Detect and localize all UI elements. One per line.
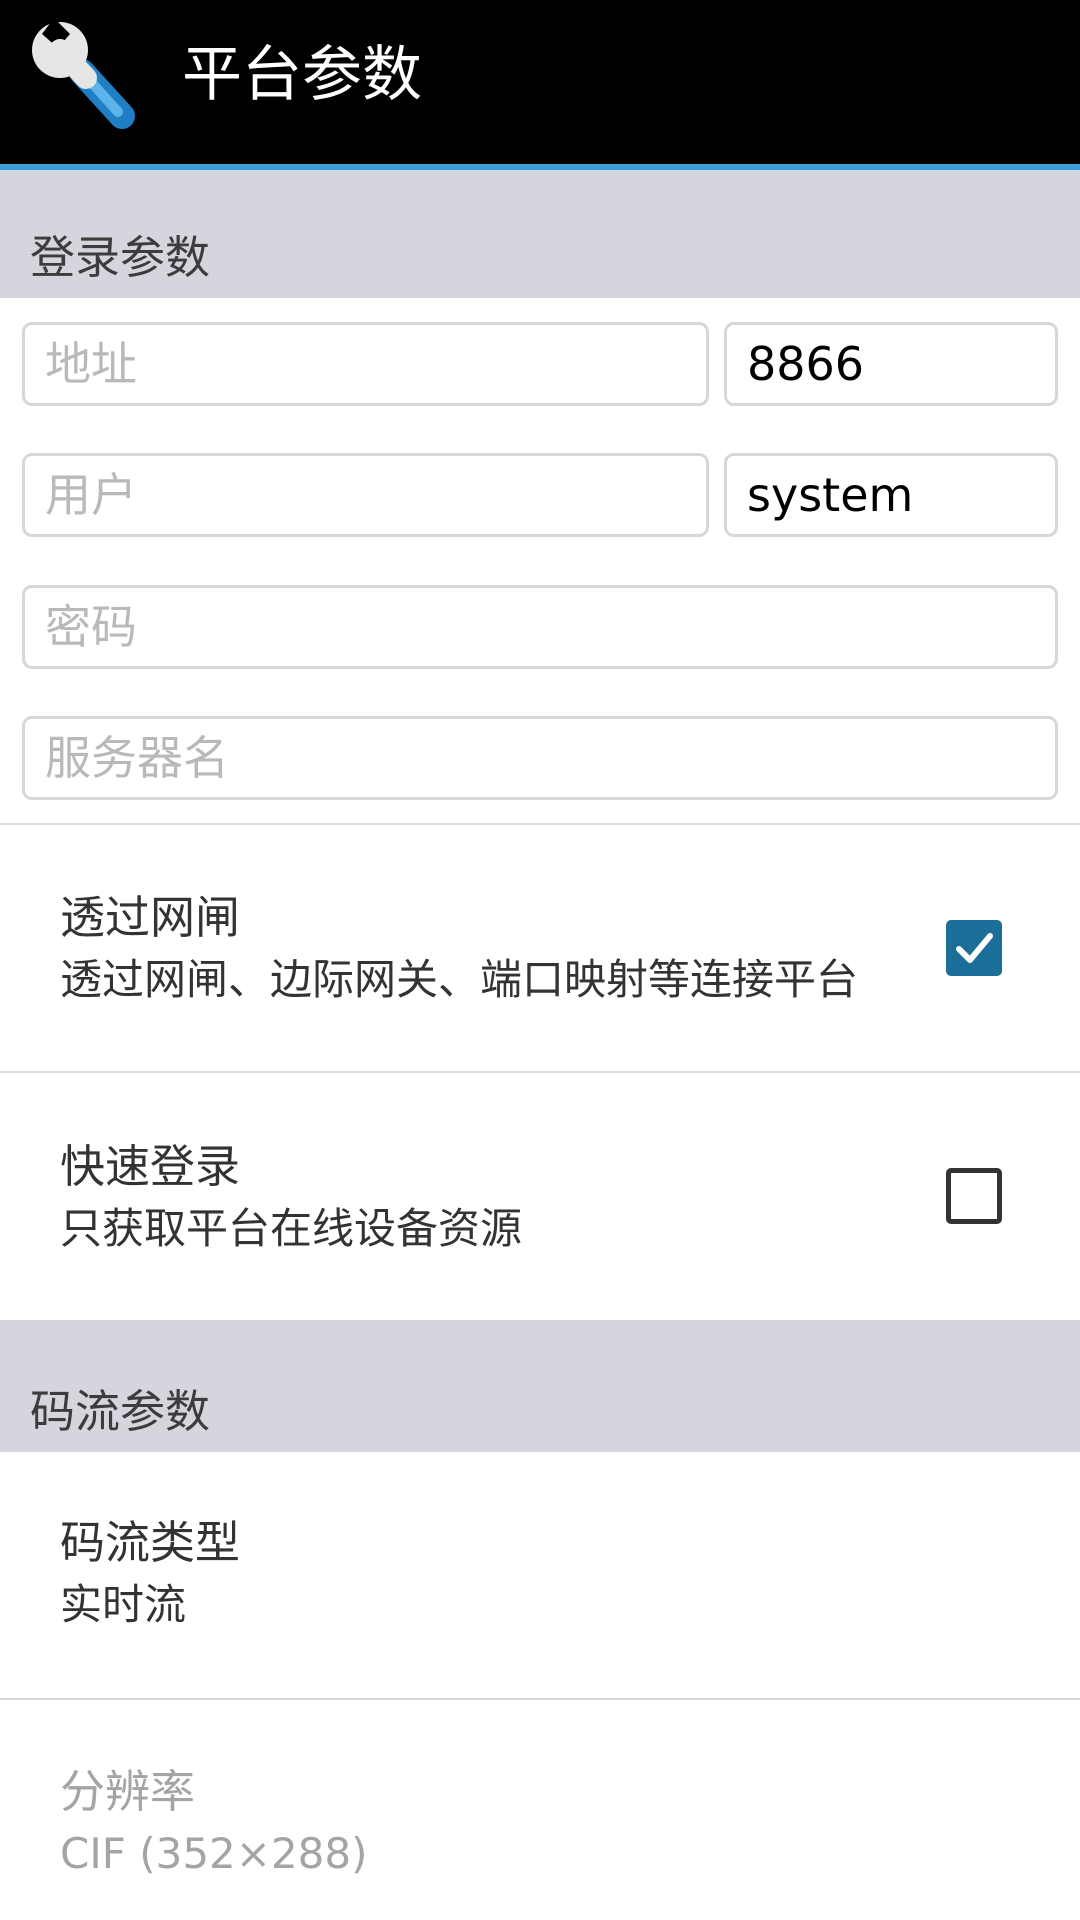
pref-quick-login-title: 快速登录	[60, 1140, 241, 1193]
pref-quick-login-summary: 只获取平台在线设备资源	[60, 1204, 523, 1253]
pref-stream-type-summary: 实时流	[60, 1580, 187, 1629]
pref-resolution-summary: CIF (352×288)	[60, 1829, 368, 1878]
pref-gateway-summary: 透过网闸、边际网关、端口映射等连接平台	[60, 955, 859, 1004]
divider	[0, 1698, 1080, 1700]
pref-stream-type-title: 码流类型	[60, 1516, 241, 1569]
divider	[0, 823, 1080, 825]
user-type-input[interactable]: system	[724, 453, 1058, 537]
divider	[0, 1071, 1080, 1073]
gateway-checkbox[interactable]	[946, 920, 1002, 976]
server-name-input[interactable]: 服务器名	[22, 716, 1058, 800]
page-title: 平台参数	[182, 40, 422, 110]
wrench-icon	[32, 18, 135, 129]
check-icon	[956, 933, 993, 963]
address-input[interactable]: 地址	[22, 322, 709, 406]
section-header-login: 登录参数	[0, 170, 1080, 298]
password-input[interactable]: 密码	[22, 585, 1058, 669]
app-bar: 平台参数	[0, 0, 1080, 170]
quick-login-checkbox[interactable]	[946, 1168, 1002, 1224]
user-input[interactable]: 用户	[22, 453, 709, 537]
section-label-stream: 码流参数	[30, 1385, 211, 1438]
section-label-login: 登录参数	[30, 231, 211, 284]
pref-gateway-title: 透过网闸	[60, 891, 241, 944]
section-header-stream: 码流参数	[0, 1320, 1080, 1452]
port-input[interactable]: 8866	[724, 322, 1058, 406]
pref-resolution-title: 分辨率	[60, 1765, 196, 1818]
